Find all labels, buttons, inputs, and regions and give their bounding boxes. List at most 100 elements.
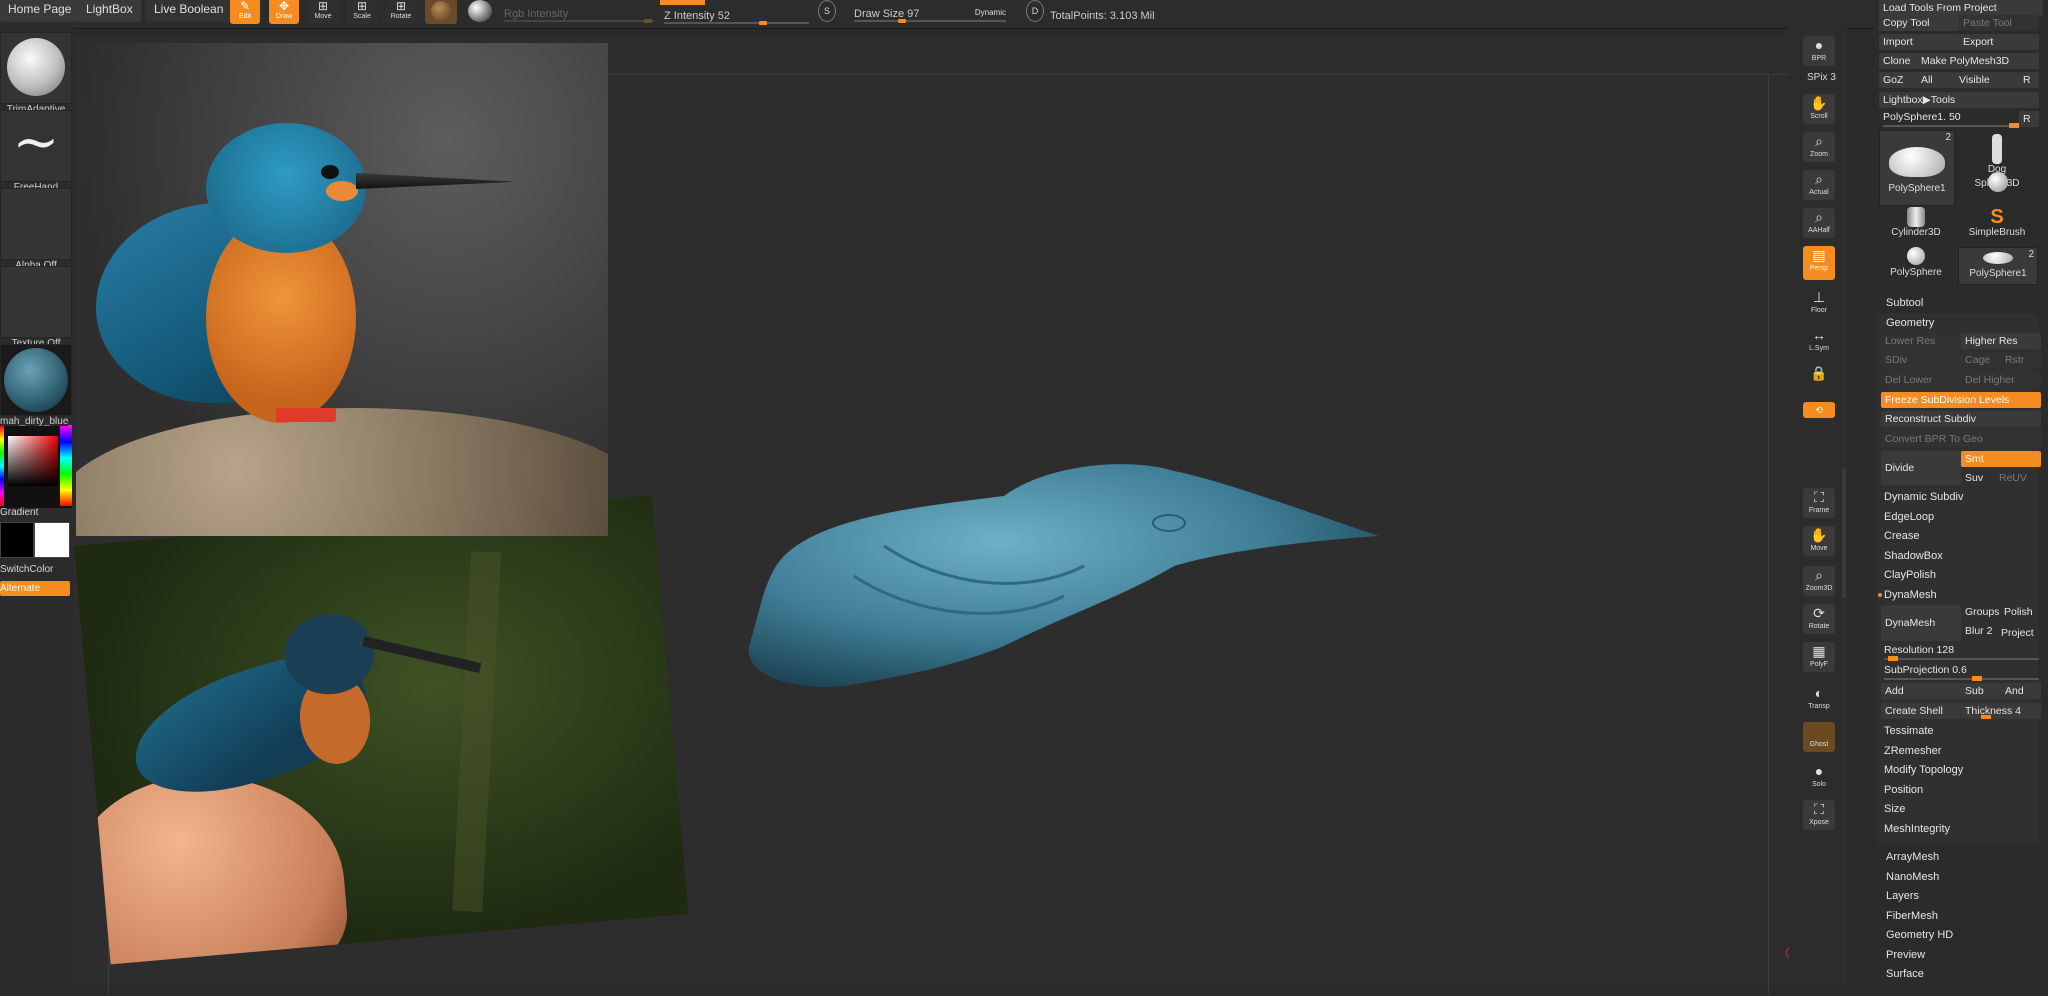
solo-button[interactable]: ● Solo xyxy=(1803,762,1835,792)
lsym-button[interactable]: ↔ L.Sym xyxy=(1803,326,1835,356)
reuv-toggle[interactable]: ReUV xyxy=(1995,470,2039,486)
texture-slot[interactable]: Texture Off xyxy=(0,266,72,349)
goz-all-button[interactable]: All xyxy=(1917,72,1955,88)
spix-slider[interactable]: SPix 3 xyxy=(1807,72,1836,83)
tool-thumb-simplebrush[interactable]: S SimpleBrush xyxy=(1958,207,2036,243)
project-toggle[interactable]: Project xyxy=(2001,627,2034,639)
freeze-subdivision-button[interactable]: Freeze SubDivision Levels xyxy=(1881,392,2041,408)
dynamesh-section[interactable]: DynaMesh xyxy=(1884,589,1937,601)
alpha-slot[interactable]: Alpha Off xyxy=(0,188,72,271)
material-slot[interactable]: mah_dirty_blue_ xyxy=(0,344,72,427)
del-higher-button[interactable]: Del Higher xyxy=(1961,372,2041,388)
add-button[interactable]: Add xyxy=(1881,683,1961,699)
size-section[interactable]: Size xyxy=(1884,803,1905,815)
crease-section[interactable]: Crease xyxy=(1884,530,1919,542)
tool-thumb-dog[interactable]: Dog Sphere3D xyxy=(1958,130,2036,204)
geometry-hd-section[interactable]: Geometry HD xyxy=(1886,929,1953,941)
export-button[interactable]: Export xyxy=(1959,34,2039,50)
reference-photo-kingfisher-on-hand[interactable] xyxy=(74,495,689,965)
rotate-button[interactable]: ⊞ Rotate xyxy=(386,0,416,24)
thickness-slider[interactable]: Thickness 4 xyxy=(1961,703,2041,719)
xpose-button[interactable]: ⛶ Xpose xyxy=(1803,800,1835,830)
claypolish-section[interactable]: ClayPolish xyxy=(1884,569,1936,581)
color-picker[interactable] xyxy=(0,426,72,508)
position-section[interactable]: Position xyxy=(1884,784,1923,796)
material-swatch[interactable] xyxy=(425,0,457,24)
move-view-button[interactable]: ✋ Move xyxy=(1803,526,1835,556)
frame-button[interactable]: ⛶ Frame xyxy=(1803,488,1835,518)
bpr-button[interactable]: ● BPR xyxy=(1803,36,1835,66)
del-lower-button[interactable]: Del Lower xyxy=(1881,372,1961,388)
resolution-slider[interactable]: Resolution 128 xyxy=(1884,644,2039,661)
move-button[interactable]: ⊞ Move xyxy=(308,0,338,24)
copy-tool-button[interactable]: Copy Tool xyxy=(1879,15,1959,31)
alternate-button[interactable]: Alternate xyxy=(0,581,70,596)
dynamesh-button[interactable]: DynaMesh xyxy=(1881,605,1961,641)
zremesher-section[interactable]: ZRemesher xyxy=(1884,745,1941,757)
dynamic-toggle[interactable]: Dynamic xyxy=(975,8,1006,17)
polyf-button[interactable]: ▦ PolyF xyxy=(1803,642,1835,672)
current-tool-slider[interactable]: PolySphere1. 50 xyxy=(1883,111,2023,128)
subtool-section[interactable]: Subtool xyxy=(1886,297,1923,309)
d-toggle-icon[interactable]: D xyxy=(1026,0,1044,22)
draw-size-slider[interactable]: Draw Size 97 Dynamic xyxy=(854,8,1006,23)
secondary-color-swatch[interactable] xyxy=(34,522,70,558)
rotate-view-button[interactable]: ⟳ Rotate xyxy=(1803,604,1835,634)
and-button[interactable]: And xyxy=(2001,683,2041,699)
dynamic-subdiv-section[interactable]: Dynamic Subdiv xyxy=(1884,491,1963,503)
divide-button[interactable]: Divide xyxy=(1881,451,1961,485)
reference-photo-kingfisher-perched[interactable] xyxy=(76,43,608,536)
shelf-scrollbar[interactable] xyxy=(1842,468,1846,598)
tool-thumb-polysphere[interactable]: PolySphere xyxy=(1879,247,1953,283)
stroke-slot[interactable]: ~ FreeHand xyxy=(0,110,72,193)
nanomesh-section[interactable]: NanoMesh xyxy=(1886,871,1939,883)
layers-section[interactable]: Layers xyxy=(1886,890,1919,902)
saturation-square[interactable] xyxy=(8,436,58,486)
tool-thumb-polysphere1[interactable]: PolySphere1 2 xyxy=(1879,130,1955,206)
brush-slot[interactable]: TrimAdaptive xyxy=(0,32,72,115)
tool-r-button[interactable]: R xyxy=(2019,111,2039,127)
sphere3d-icon[interactable] xyxy=(1988,172,2008,192)
surface-section[interactable]: Surface xyxy=(1886,968,1924,980)
rgb-intensity-slider[interactable]: Rgb Intensity xyxy=(504,8,654,23)
subprojection-slider[interactable]: SubProjection 0.6 xyxy=(1884,664,2039,681)
scroll-button[interactable]: ✋ Scroll xyxy=(1803,94,1835,124)
home-page-button[interactable]: Home Page xyxy=(0,0,80,22)
cage-button[interactable]: Cage xyxy=(1961,352,2001,368)
lightbox-button[interactable]: LightBox xyxy=(78,0,141,22)
paste-tool-button[interactable]: Paste Tool xyxy=(1959,15,2039,31)
gradient-label[interactable]: Gradient xyxy=(0,507,72,518)
lock-button[interactable]: 🔒 xyxy=(1803,364,1835,394)
primary-color-swatch[interactable] xyxy=(0,522,34,558)
lower-res-button[interactable]: Lower Res xyxy=(1881,333,1961,349)
ghost-button[interactable]: Ghost xyxy=(1803,722,1835,752)
goz-r-button[interactable]: R xyxy=(2019,72,2039,88)
higher-res-button[interactable]: Higher Res xyxy=(1961,333,2041,349)
meshintegrity-section[interactable]: MeshIntegrity xyxy=(1884,823,1950,835)
lightbox-tools-button[interactable]: Lightbox▶Tools xyxy=(1879,92,2039,108)
goz-button[interactable]: GoZ xyxy=(1879,72,1917,88)
edit-button[interactable]: ✎ Edit xyxy=(230,0,260,24)
suv-toggle[interactable]: Suv xyxy=(1961,470,1995,486)
fibermesh-section[interactable]: FiberMesh xyxy=(1886,910,1938,922)
import-button[interactable]: Import xyxy=(1879,34,1959,50)
preview-section[interactable]: Preview xyxy=(1886,949,1925,961)
document-canvas[interactable] xyxy=(74,36,1843,996)
scale-button[interactable]: ⊞ Scale xyxy=(347,0,377,24)
z-intensity-slider[interactable]: Z Intensity 52 xyxy=(664,10,809,25)
rstr-button[interactable]: Rstr xyxy=(2001,352,2041,368)
blur-slider[interactable]: Blur 2 xyxy=(1965,625,1992,637)
smt-toggle[interactable]: Smt xyxy=(1961,451,2041,467)
aahalf-button[interactable]: ⌕ AAHalf xyxy=(1803,208,1835,238)
sdiv-slider[interactable]: SDiv xyxy=(1881,352,1961,368)
goz-visible-button[interactable]: Visible xyxy=(1955,72,2019,88)
tool-thumb-polysphere1-b[interactable]: PolySphere1 2 xyxy=(1958,247,2038,285)
transp-button[interactable]: ◐ Transp xyxy=(1803,684,1835,714)
xyz-button[interactable]: ⟲ xyxy=(1803,402,1835,418)
make-polymesh-button[interactable]: Make PolyMesh3D xyxy=(1917,53,2039,69)
create-shell-button[interactable]: Create Shell xyxy=(1881,703,1961,719)
polish-toggle[interactable]: Polish xyxy=(2004,606,2033,618)
sub-button[interactable]: Sub xyxy=(1961,683,2001,699)
sculpt-model-kingfisher[interactable] xyxy=(704,426,1404,726)
tessimate-section[interactable]: Tessimate xyxy=(1884,725,1934,737)
